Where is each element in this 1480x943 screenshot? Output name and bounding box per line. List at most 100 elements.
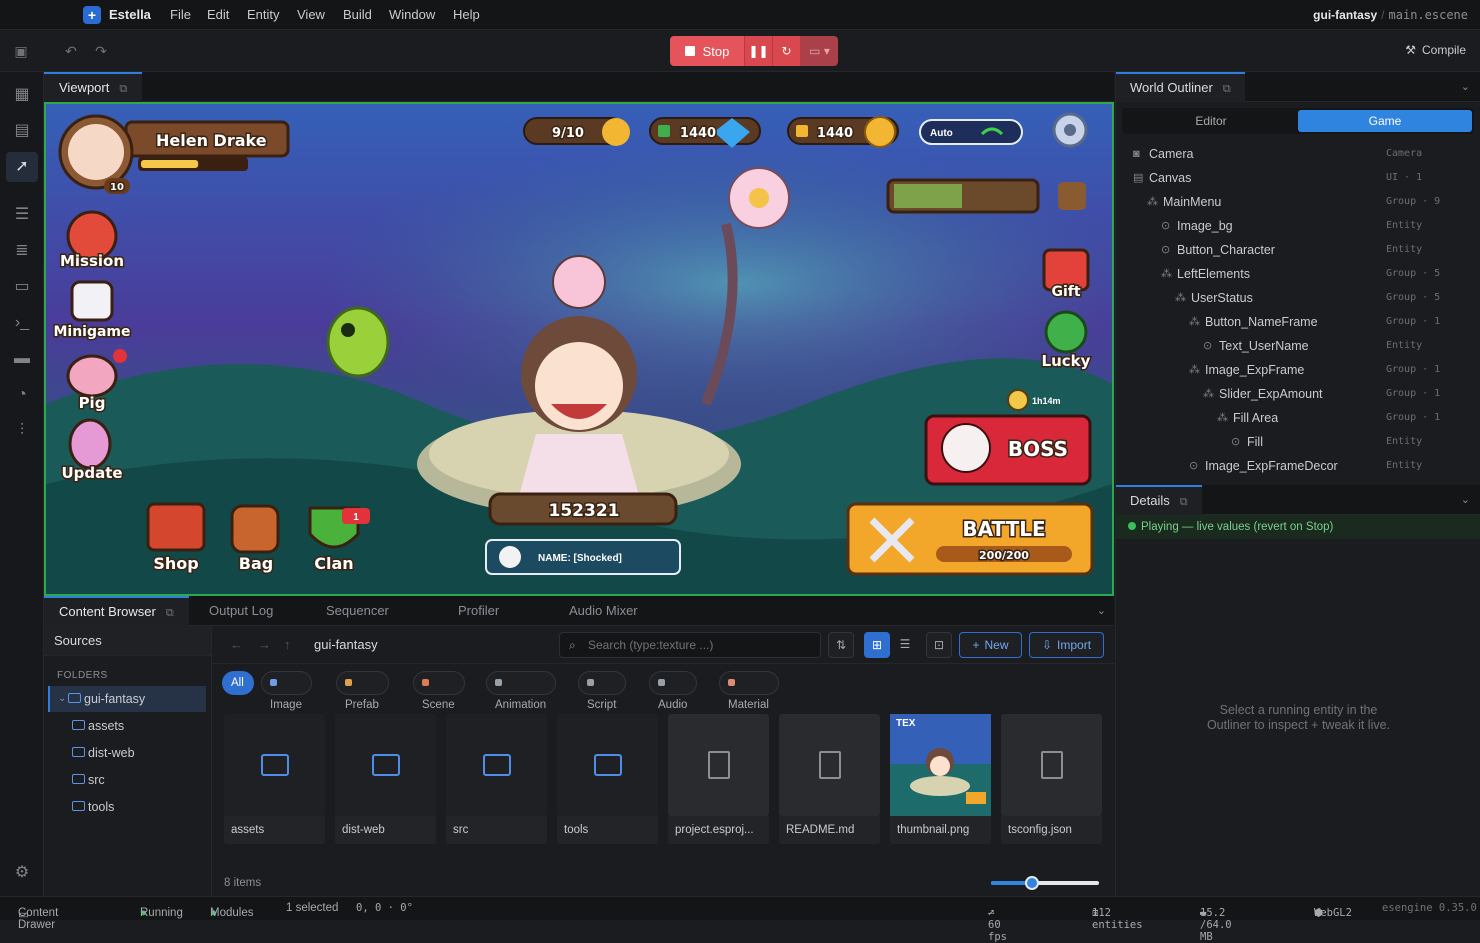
outliner-row[interactable]: ⊙ Image_ExpFrameDecor Entity (1116, 454, 1480, 478)
menu-window[interactable]: Window (389, 7, 435, 22)
gold-counter[interactable]: 1440 (787, 116, 899, 148)
up-arrow-icon[interactable]: ↑ (284, 637, 291, 652)
asset-tile[interactable]: assets (224, 714, 325, 844)
chevron-down-icon[interactable]: ⌄ (58, 686, 66, 712)
terminal-icon[interactable]: ›_ (6, 308, 38, 338)
asset-tile[interactable]: TEX thumbnail.png (890, 714, 991, 844)
settings-button[interactable] (1052, 112, 1088, 148)
bell-icon[interactable] (1058, 182, 1086, 210)
outliner-row[interactable]: ⁂ Slider_ExpAmount Group · 1 (1116, 382, 1480, 406)
folder-icon[interactable]: ▭ (6, 272, 38, 302)
game-scene[interactable]: Helen Drake 10 9/10 1440 1440 Auto Missi… (46, 104, 1112, 594)
tab-editor[interactable]: Editor (1124, 110, 1298, 132)
boss-button[interactable]: BOSS (924, 414, 1092, 486)
outliner-row[interactable]: ⁂ Image_ExpFrame Group · 1 (1116, 358, 1480, 382)
filter-chip[interactable]: Audio (649, 671, 698, 711)
tab-world-outliner[interactable]: World Outliner ⧉ (1116, 72, 1245, 102)
menu-file[interactable]: File (170, 7, 191, 22)
menu-view[interactable]: View (297, 7, 325, 22)
gauge-icon[interactable]: ◔ (6, 380, 38, 410)
thumbnail-size-slider[interactable] (991, 876, 1099, 890)
sort-button[interactable]: ⇅ (828, 632, 854, 658)
list-icon[interactable]: ☰ (6, 200, 38, 230)
search-input[interactable]: ⌕ Search (type:texture ...) (559, 632, 821, 658)
outliner-row[interactable]: ⁂ UserStatus Group · 5 (1116, 286, 1480, 310)
folder-item[interactable]: assets (48, 713, 206, 739)
back-arrow-icon[interactable]: ← (230, 637, 243, 652)
outliner-row[interactable]: ⊙ Fill Entity (1116, 430, 1480, 454)
folder-item[interactable]: src (48, 767, 206, 793)
tab-game[interactable]: Game (1298, 110, 1472, 132)
menu-edit[interactable]: Edit (207, 7, 229, 22)
folder-item[interactable]: tools (48, 794, 206, 820)
new-button[interactable]: + New (959, 632, 1022, 658)
folder-item[interactable]: ⌄ gui-fantasy (48, 686, 206, 712)
outliner-row[interactable]: ⁂ LeftElements Group · 5 (1116, 262, 1480, 286)
bag-button[interactable]: Bag (230, 504, 280, 575)
asset-tile[interactable]: README.md (779, 714, 880, 844)
tab-viewport[interactable]: Viewport ⧉ (44, 72, 143, 102)
outliner-row[interactable]: ◙ Camera Camera (1116, 142, 1480, 166)
asset-tile[interactable]: dist-web (335, 714, 436, 844)
tab-output-log[interactable]: Output Log (194, 596, 288, 626)
shop-button[interactable]: Shop (146, 502, 206, 575)
sliders-icon[interactable]: ≣ (6, 236, 38, 266)
filter-chip[interactable]: Scene (413, 671, 465, 711)
lucky-button[interactable]: Lucky (1040, 310, 1092, 372)
menu-help[interactable]: Help (453, 7, 480, 22)
outliner-row[interactable]: ▤ Canvas UI · 1 (1116, 166, 1480, 190)
tab-audio-mixer[interactable]: Audio Mixer (554, 596, 653, 626)
popout-icon[interactable]: ⧉ (166, 607, 174, 619)
filter-chip[interactable]: Prefab (336, 671, 389, 711)
add-gold-icon[interactable] (796, 125, 808, 137)
auto-toggle[interactable]: Auto (919, 119, 1023, 145)
pause-button[interactable]: ❚❚ (744, 36, 772, 66)
redo-icon[interactable]: ↷ (92, 42, 110, 60)
tab-sequencer[interactable]: Sequencer (311, 596, 404, 626)
tab-content-browser[interactable]: Content Browser ⧉ (44, 596, 189, 626)
save-icon[interactable]: ▣ (12, 42, 30, 60)
breadcrumb[interactable]: gui-fantasy (314, 637, 378, 652)
chevron-down-icon[interactable]: ⌄ (1461, 80, 1470, 93)
gems-counter[interactable]: 1440 (649, 117, 761, 148)
tab-profiler[interactable]: Profiler (443, 596, 514, 626)
select-pointer-icon[interactable]: ➚ (6, 152, 38, 182)
outliner-row[interactable]: ⊙ Button_Character Entity (1116, 238, 1480, 262)
chevron-down-icon[interactable]: ⌄ (1461, 493, 1470, 506)
asset-tile[interactable]: tools (557, 714, 658, 844)
folder-item[interactable]: dist-web (48, 740, 206, 766)
tab-details[interactable]: Details ⧉ (1116, 485, 1202, 515)
outliner-row[interactable]: ⊙ Text_UserName Entity (1116, 334, 1480, 358)
outliner-row[interactable]: ⁂ Button_NameFrame Group · 1 (1116, 310, 1480, 334)
filter-chip[interactable]: Material (719, 671, 779, 711)
add-gems-icon[interactable] (658, 125, 670, 137)
asset-tile[interactable]: src (446, 714, 547, 844)
chevron-down-icon[interactable]: ⌄ (1097, 604, 1106, 617)
filter-chip[interactable]: Image (261, 671, 312, 711)
new-folder-button[interactable]: ⊡ (926, 632, 952, 658)
forward-arrow-icon[interactable]: → (258, 637, 271, 652)
popout-icon[interactable]: ⧉ (1223, 83, 1231, 95)
game-viewport[interactable]: Helen Drake 10 9/10 1440 1440 Auto Missi… (44, 102, 1114, 596)
outliner-row[interactable]: ⁂ MainMenu Group · 9 (1116, 190, 1480, 214)
import-button[interactable]: ⇩ Import (1029, 632, 1104, 658)
filter-chip[interactable]: Script (578, 671, 627, 711)
menu-build[interactable]: Build (343, 7, 372, 22)
settings-gear-icon[interactable]: ⚙ (6, 858, 38, 888)
layout-icon[interactable]: ▤ (6, 116, 38, 146)
energy-counter[interactable]: 9/10 (523, 117, 630, 146)
grid-view-button[interactable]: ⊞ (864, 632, 890, 658)
battle-button[interactable]: BATTLE 200/200 (846, 502, 1094, 576)
restart-button[interactable]: ↻ (772, 36, 800, 66)
stop-button[interactable]: Stop (670, 36, 744, 66)
menu-entity[interactable]: Entity (247, 7, 280, 22)
undo-icon[interactable]: ↶ (62, 42, 80, 60)
chat-bar[interactable]: NAME: [Shocked] (485, 539, 681, 575)
grid-view-icon[interactable]: ▦ (6, 80, 38, 110)
asset-tile[interactable]: tsconfig.json (1001, 714, 1102, 844)
list-view-button[interactable]: ☰ (892, 632, 918, 658)
filter-chip[interactable]: Animation (486, 671, 557, 711)
slider-handle[interactable] (1025, 876, 1040, 890)
filter-chip[interactable]: All (222, 671, 254, 695)
popout-icon[interactable]: ⧉ (119, 83, 127, 95)
